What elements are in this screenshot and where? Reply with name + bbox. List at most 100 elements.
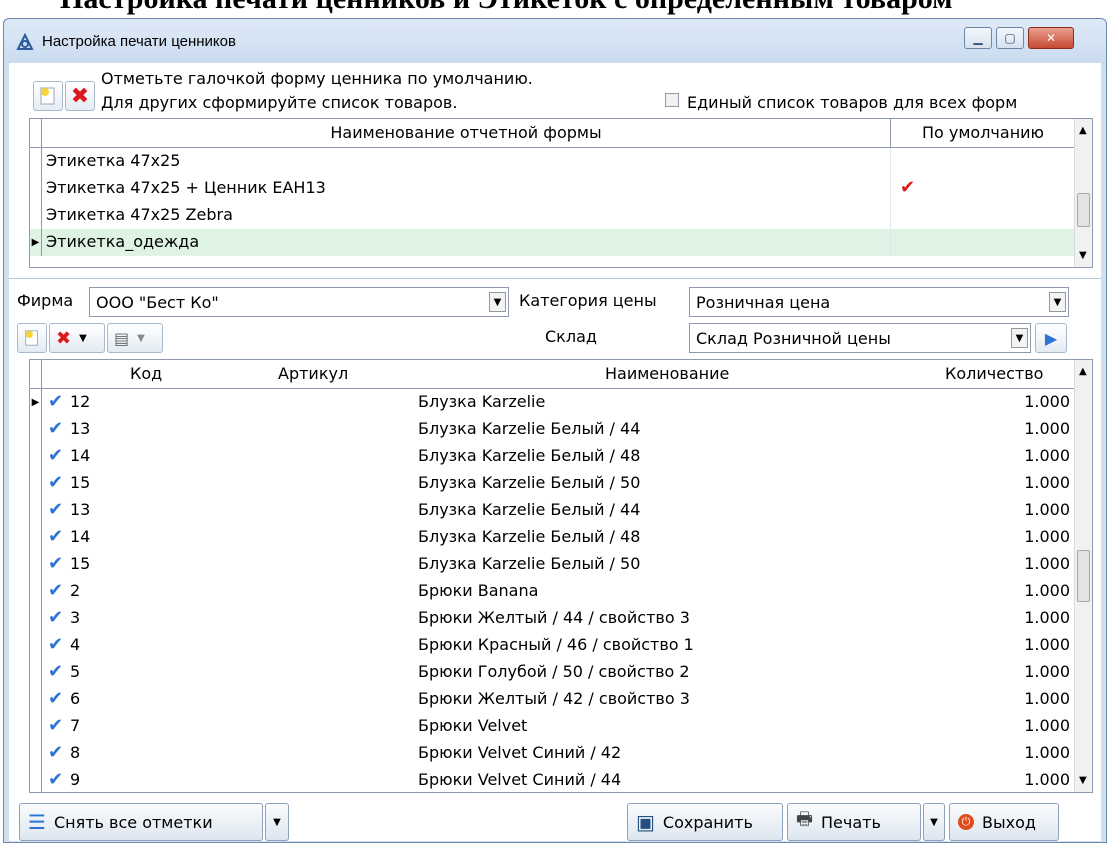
item-quantity[interactable]: 1.000 <box>1024 554 1070 573</box>
print-button[interactable]: 🖶 Печать <box>787 803 921 841</box>
item-checkmark-icon[interactable]: ✔ <box>48 526 63 547</box>
scroll-up-icon[interactable]: ▲ <box>1079 366 1087 377</box>
item-checkmark-icon[interactable]: ✔ <box>48 769 63 790</box>
row-marker[interactable] <box>30 578 42 605</box>
row-marker[interactable] <box>30 470 42 497</box>
column-article[interactable]: Артикул <box>278 364 348 383</box>
scroll-up-icon[interactable]: ▲ <box>1079 125 1087 136</box>
close-icon[interactable]: ✕ <box>1028 27 1074 49</box>
item-quantity[interactable]: 1.000 <box>1024 581 1070 600</box>
item-row[interactable]: ✔ 7 Брюки Velvet 1.000 <box>30 713 1074 740</box>
item-checkmark-icon[interactable]: ✔ <box>48 418 63 439</box>
delete-item-button[interactable]: ✖ ▼ <box>49 323 105 353</box>
item-row[interactable]: ✔ 13 Блузка Karzelie Белый / 44 1.000 <box>30 416 1074 443</box>
exit-button[interactable]: ⏻ Выход <box>949 803 1059 841</box>
item-quantity[interactable]: 1.000 <box>1024 500 1070 519</box>
item-quantity[interactable]: 1.000 <box>1024 635 1070 654</box>
row-marker[interactable] <box>30 148 42 175</box>
row-marker[interactable] <box>30 632 42 659</box>
row-marker[interactable] <box>30 497 42 524</box>
item-checkmark-icon[interactable]: ✔ <box>48 391 63 412</box>
item-quantity[interactable]: 1.000 <box>1024 527 1070 546</box>
forms-grid[interactable]: Наименование отчетной формы По умолчанию… <box>29 118 1093 268</box>
warehouse-select[interactable]: Склад Розничной цены ▼ <box>689 323 1031 353</box>
item-quantity[interactable]: 1.000 <box>1024 419 1070 438</box>
chevron-down-icon[interactable]: ▼ <box>137 333 145 344</box>
item-checkmark-icon[interactable]: ✔ <box>48 472 63 493</box>
price-category-select[interactable]: Розничная цена ▼ <box>689 287 1069 317</box>
clear-marks-button[interactable]: ☰ Снять все отметки <box>19 803 263 841</box>
column-form-name[interactable]: Наименование отчетной формы <box>42 123 890 142</box>
clear-marks-menu[interactable]: ▼ <box>265 803 289 841</box>
minimize-icon[interactable]: ▁ <box>964 27 992 49</box>
chevron-down-icon[interactable]: ▼ <box>489 292 506 312</box>
items-scrollbar[interactable]: ▲ ▼ <box>1074 360 1092 792</box>
row-marker[interactable] <box>30 740 42 767</box>
delete-form-button[interactable]: ✖ <box>65 81 95 111</box>
item-row[interactable]: ✔ 4 Брюки Красный / 46 / свойство 1 1.000 <box>30 632 1074 659</box>
item-quantity[interactable]: 1.000 <box>1024 716 1070 735</box>
row-marker[interactable]: ▶ <box>30 389 42 416</box>
maximize-icon[interactable]: ▢ <box>996 27 1024 49</box>
title-bar[interactable]: Настройка печати ценников ▁ ▢ ✕ <box>4 19 1106 65</box>
item-row[interactable]: ✔ 3 Брюки Желтый / 44 / свойство 3 1.000 <box>30 605 1074 632</box>
item-row[interactable]: ✔ 6 Брюки Желтый / 42 / свойство 3 1.000 <box>30 686 1074 713</box>
item-row[interactable]: ✔ 15 Блузка Karzelie Белый / 50 1.000 <box>30 470 1074 497</box>
item-checkmark-icon[interactable]: ✔ <box>48 607 63 628</box>
import-items-button[interactable]: ▤ ▼ <box>107 323 163 353</box>
item-quantity[interactable]: 1.000 <box>1024 662 1070 681</box>
item-checkmark-icon[interactable]: ✔ <box>48 634 63 655</box>
row-marker[interactable] <box>30 551 42 578</box>
item-quantity[interactable]: 1.000 <box>1024 743 1070 762</box>
scroll-down-icon[interactable]: ▼ <box>1079 250 1087 261</box>
row-marker[interactable] <box>30 605 42 632</box>
item-quantity[interactable]: 1.000 <box>1024 446 1070 465</box>
chevron-down-icon[interactable]: ▼ <box>1011 328 1028 348</box>
row-marker[interactable] <box>30 416 42 443</box>
column-quantity[interactable]: Количество <box>945 364 1043 383</box>
row-marker[interactable] <box>30 524 42 551</box>
column-default[interactable]: По умолчанию <box>892 123 1074 142</box>
row-marker[interactable] <box>30 659 42 686</box>
item-checkmark-icon[interactable]: ✔ <box>48 499 63 520</box>
forms-scrollbar[interactable]: ▲ ▼ <box>1074 119 1092 267</box>
form-row[interactable]: Этикетка 47x25 <box>30 148 1074 175</box>
item-row[interactable]: ✔ 9 Брюки Velvet Синий / 44 1.000 <box>30 767 1074 792</box>
firm-select[interactable]: ООО "Бест Ко" ▼ <box>89 287 509 317</box>
save-button[interactable]: ▣ Сохранить <box>627 803 783 841</box>
item-checkmark-icon[interactable]: ✔ <box>48 445 63 466</box>
item-row[interactable]: ✔ 14 Блузка Karzelie Белый / 48 1.000 <box>30 524 1074 551</box>
row-marker[interactable] <box>30 686 42 713</box>
print-menu[interactable]: ▼ <box>923 803 945 841</box>
item-quantity[interactable]: 1.000 <box>1024 473 1070 492</box>
items-grid[interactable]: Код Артикул Наименование Количество ▶ ✔ 12… <box>29 359 1093 793</box>
item-row[interactable]: ✔ 14 Блузка Karzelie Белый / 48 1.000 <box>30 443 1074 470</box>
chevron-down-icon[interactable]: ▼ <box>79 333 87 344</box>
add-item-button[interactable] <box>17 323 47 353</box>
row-marker[interactable] <box>30 443 42 470</box>
row-marker[interactable] <box>30 175 42 202</box>
item-row[interactable]: ✔ 8 Брюки Velvet Синий / 42 1.000 <box>30 740 1074 767</box>
default-checkmark-icon[interactable]: ✔ <box>900 177 915 198</box>
item-row[interactable]: ✔ 5 Брюки Голубой / 50 / свойство 2 1.000 <box>30 659 1074 686</box>
item-checkmark-icon[interactable]: ✔ <box>48 688 63 709</box>
column-name[interactable]: Наименование <box>605 364 729 383</box>
form-row[interactable]: Этикетка 47x25 + Ценник ЕАН13 ✔ <box>30 175 1074 202</box>
item-quantity[interactable]: 1.000 <box>1024 770 1070 789</box>
item-checkmark-icon[interactable]: ✔ <box>48 580 63 601</box>
item-row[interactable]: ✔ 13 Блузка Karzelie Белый / 44 1.000 <box>30 497 1074 524</box>
scroll-thumb[interactable] <box>1077 550 1090 602</box>
item-row[interactable]: ✔ 2 Брюки Banana 1.000 <box>30 578 1074 605</box>
item-quantity[interactable]: 1.000 <box>1024 689 1070 708</box>
chevron-down-icon[interactable]: ▼ <box>1049 292 1066 312</box>
item-checkmark-icon[interactable]: ✔ <box>48 553 63 574</box>
item-row[interactable]: ▶ ✔ 12 Блузка Karzelie 1.000 <box>30 389 1074 416</box>
item-row[interactable]: ✔ 15 Блузка Karzelie Белый / 50 1.000 <box>30 551 1074 578</box>
item-checkmark-icon[interactable]: ✔ <box>48 715 63 736</box>
form-row[interactable]: ▶ Этикетка_одежда <box>30 229 1074 256</box>
row-marker[interactable] <box>30 202 42 229</box>
form-row[interactable]: Этикетка 47x25 Zebra <box>30 202 1074 229</box>
item-checkmark-icon[interactable]: ✔ <box>48 661 63 682</box>
warehouse-go-button[interactable]: ▶ <box>1035 323 1067 353</box>
scroll-thumb[interactable] <box>1077 193 1090 227</box>
